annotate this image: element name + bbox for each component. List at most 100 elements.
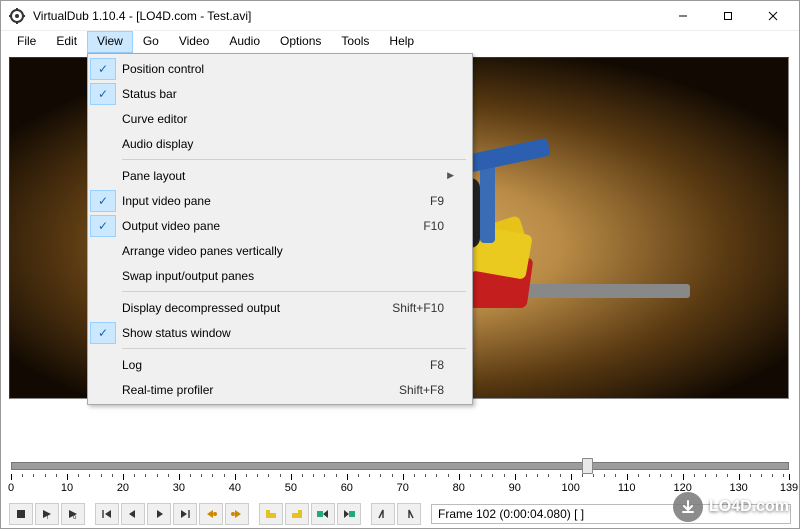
menu-go[interactable]: Go (133, 31, 169, 53)
menu-item-curve-editor[interactable]: Curve editor (90, 106, 470, 131)
ruler-label: 20 (117, 482, 129, 494)
menu-item-label: Log (122, 358, 430, 372)
menu-item-label: Audio display (122, 137, 464, 151)
menu-item-audio-display[interactable]: Audio display (90, 131, 470, 156)
menu-item-output-video-pane[interactable]: ✓ Output video paneF10 (90, 213, 470, 238)
view-menu-dropdown: ✓Position control✓Status barCurve editor… (87, 53, 473, 405)
mark-b-button[interactable] (285, 503, 309, 525)
menu-item-label: Real-time profiler (122, 383, 399, 397)
mark-in-button[interactable] (371, 503, 395, 525)
check-icon (90, 240, 116, 262)
ruler-label: 10 (61, 482, 73, 494)
menu-item-show-status-window[interactable]: ✓ Show status window (90, 320, 470, 345)
menu-item-status-bar[interactable]: ✓Status bar (90, 81, 470, 106)
ruler-label: 60 (341, 482, 353, 494)
seek-start-icon (100, 508, 114, 520)
play-in-button[interactable]: i (35, 503, 59, 525)
watermark-text: LO4D.com (709, 498, 789, 516)
app-icon (9, 8, 25, 24)
mark-a-icon (264, 508, 278, 520)
check-icon: ✓ (90, 215, 116, 237)
menu-item-input-video-pane[interactable]: ✓ Input video paneF9 (90, 188, 470, 213)
menubar: FileEditViewGoVideoAudioOptionsToolsHelp (1, 31, 799, 53)
check-icon: ✓ (90, 83, 116, 105)
mark-in-icon (376, 508, 390, 520)
mark-a-button[interactable] (259, 503, 283, 525)
svg-text:o: o (73, 515, 77, 520)
chevron-right-icon: ▶ (447, 170, 464, 181)
check-icon (90, 133, 116, 155)
step-fwd-icon (152, 508, 166, 520)
menu-item-display-decompressed-output[interactable]: Display decompressed outputShift+F10 (90, 295, 470, 320)
ruler-label: 50 (285, 482, 297, 494)
key-next-button[interactable] (225, 503, 249, 525)
menu-item-label: Input video pane (122, 194, 430, 208)
close-button[interactable] (750, 2, 795, 30)
menu-item-shortcut: Shift+F10 (392, 301, 464, 315)
menu-file[interactable]: File (7, 31, 46, 53)
mark-out-button[interactable] (397, 503, 421, 525)
menu-item-shortcut: F9 (430, 194, 464, 208)
menu-item-label: Output video pane (122, 219, 423, 233)
step-back-icon (126, 508, 140, 520)
window-controls (660, 2, 795, 30)
step-back-button[interactable] (121, 503, 145, 525)
check-icon: ✓ (90, 190, 116, 212)
stop-icon (14, 508, 28, 520)
key-next-icon (230, 508, 244, 520)
menu-item-arrange-video-panes-vertically[interactable]: Arrange video panes vertically (90, 238, 470, 263)
check-icon (90, 265, 116, 287)
menu-item-log[interactable]: LogF8 (90, 352, 470, 377)
scene-next-icon (342, 508, 356, 520)
play-out-icon: o (66, 508, 80, 520)
ruler-label: 40 (229, 482, 241, 494)
menu-video[interactable]: Video (169, 31, 219, 53)
menu-separator (122, 291, 466, 292)
menu-options[interactable]: Options (270, 31, 331, 53)
menu-item-label: Arrange video panes vertically (122, 244, 464, 258)
scene-prev-button[interactable] (311, 503, 335, 525)
ruler-label: 110 (618, 482, 636, 494)
mark-out-icon (402, 508, 416, 520)
menu-item-label: Position control (122, 62, 464, 76)
key-prev-button[interactable] (199, 503, 223, 525)
menu-item-shortcut: F8 (430, 358, 464, 372)
menu-audio[interactable]: Audio (219, 31, 270, 53)
check-icon (90, 165, 116, 187)
menu-separator (122, 159, 466, 160)
menu-item-label: Swap input/output panes (122, 269, 464, 283)
minimize-button[interactable] (660, 2, 705, 30)
ruler-label: 30 (173, 482, 185, 494)
menu-separator (122, 348, 466, 349)
ruler-label: 70 (397, 482, 409, 494)
menu-item-label: Curve editor (122, 112, 464, 126)
watermark: LO4D.com (673, 492, 789, 522)
menu-item-label: Pane layout (122, 169, 447, 183)
menu-item-swap-input-output-panes[interactable]: Swap input/output panes (90, 263, 470, 288)
step-fwd-button[interactable] (147, 503, 171, 525)
stop-button[interactable] (9, 503, 33, 525)
ruler-label: 90 (509, 482, 521, 494)
menu-item-real-time-profiler[interactable]: Real-time profilerShift+F8 (90, 377, 470, 402)
menu-view[interactable]: View (87, 31, 133, 53)
menu-edit[interactable]: Edit (46, 31, 87, 53)
play-out-button[interactable]: o (61, 503, 85, 525)
timeline-thumb[interactable] (582, 458, 593, 474)
seek-end-button[interactable] (173, 503, 197, 525)
scene-next-button[interactable] (337, 503, 361, 525)
check-icon (90, 297, 116, 319)
menu-item-label: Show status window (122, 326, 464, 340)
ruler-label: 80 (453, 482, 465, 494)
maximize-button[interactable] (705, 2, 750, 30)
menu-item-shortcut: F10 (423, 219, 464, 233)
mark-b-icon (290, 508, 304, 520)
key-prev-icon (204, 508, 218, 520)
seek-start-button[interactable] (95, 503, 119, 525)
seek-end-icon (178, 508, 192, 520)
menu-item-position-control[interactable]: ✓Position control (90, 56, 470, 81)
check-icon: ✓ (90, 322, 116, 344)
menu-tools[interactable]: Tools (331, 31, 379, 53)
menu-item-pane-layout[interactable]: Pane layout▶ (90, 163, 470, 188)
timeline-track[interactable] (11, 458, 789, 474)
menu-help[interactable]: Help (379, 31, 424, 53)
